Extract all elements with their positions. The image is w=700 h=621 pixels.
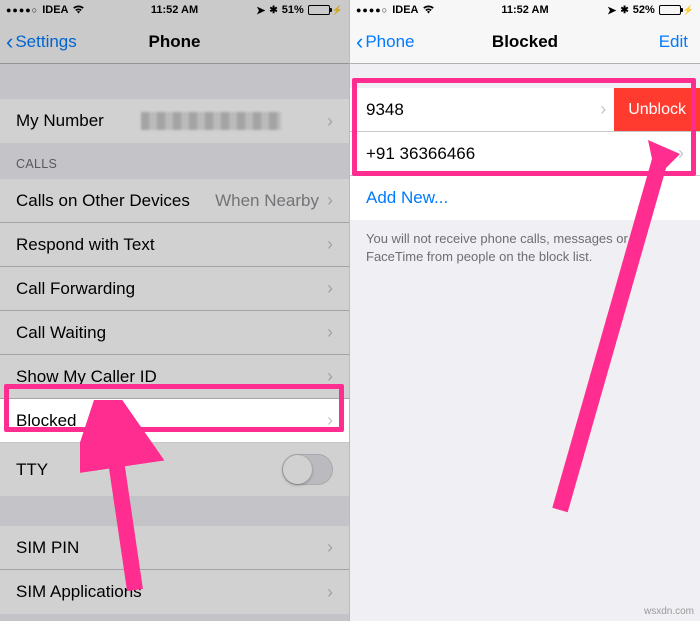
add-new-button[interactable]: Add New... <box>350 176 700 220</box>
nav-title: Phone <box>149 32 201 52</box>
row-call-waiting[interactable]: Call Waiting › <box>0 311 349 355</box>
chevron-right-icon: › <box>327 278 333 299</box>
chevron-right-icon: › <box>678 143 684 164</box>
charging-icon: ⚡ <box>332 5 343 16</box>
blocked-contact-row-2[interactable]: +91 36366466 › <box>350 132 700 176</box>
row-label: Call Forwarding <box>16 279 135 299</box>
chevron-right-icon: › <box>600 99 606 120</box>
signal-dots-icon: ●●●●○ <box>356 5 388 15</box>
chevron-right-icon: › <box>327 410 333 431</box>
row-tty[interactable]: TTY <box>0 443 349 496</box>
status-bar: ●●●●○ IDEA 11:52 AM ➤ ✱ 52% ⚡ <box>350 0 700 20</box>
row-sim-applications[interactable]: SIM Applications › <box>0 570 349 614</box>
back-label: Phone <box>365 32 414 52</box>
nav-title: Blocked <box>492 32 558 52</box>
edit-button[interactable]: Edit <box>659 32 688 52</box>
blocked-footer-note: You will not receive phone calls, messag… <box>350 220 700 275</box>
chevron-right-icon: › <box>327 366 333 387</box>
contact-number: 9348 <box>366 100 404 120</box>
chevron-right-icon: › <box>327 582 333 603</box>
add-new-label: Add New... <box>366 188 448 208</box>
screen-blocked-list: ●●●●○ IDEA 11:52 AM ➤ ✱ 52% ⚡ ‹ Phone <box>350 0 700 621</box>
battery-percent: 51% <box>282 4 304 16</box>
status-time: 11:52 AM <box>501 4 548 16</box>
row-show-caller-id[interactable]: Show My Caller ID › <box>0 355 349 399</box>
chevron-left-icon: ‹ <box>356 31 363 53</box>
row-label: Respond with Text <box>16 235 155 255</box>
chevron-right-icon: › <box>327 111 333 132</box>
contact-number: +91 36366466 <box>366 144 475 164</box>
row-sim-pin[interactable]: SIM PIN › <box>0 526 349 570</box>
signal-dots-icon: ●●●●○ <box>6 5 38 15</box>
row-calls-other-devices[interactable]: Calls on Other Devices When Nearby › <box>0 179 349 223</box>
chevron-right-icon: › <box>327 190 333 211</box>
row-blocked[interactable]: Blocked › <box>0 399 349 443</box>
chevron-right-icon: › <box>327 234 333 255</box>
wifi-icon <box>72 4 85 17</box>
nav-bar: ‹ Phone Blocked Edit <box>350 20 700 64</box>
blocked-contact-row-1[interactable]: 9348 › Unblock <box>350 88 700 132</box>
battery-percent: 52% <box>633 4 655 16</box>
blurred-number <box>141 112 281 130</box>
screen-phone-settings: ●●●●○ IDEA 11:52 AM ➤ ✱ 51% ⚡ ‹ Setting <box>0 0 350 621</box>
row-value: When Nearby <box>215 191 319 211</box>
chevron-right-icon: › <box>327 322 333 343</box>
status-bar: ●●●●○ IDEA 11:52 AM ➤ ✱ 51% ⚡ <box>0 0 349 20</box>
tty-switch[interactable] <box>282 454 333 485</box>
status-time: 11:52 AM <box>151 4 198 16</box>
back-button[interactable]: ‹ Settings <box>6 31 77 53</box>
row-label: SIM PIN <box>16 538 79 558</box>
bluetooth-icon: ✱ <box>269 5 277 16</box>
battery-icon <box>659 5 681 15</box>
row-my-number[interactable]: My Number › <box>0 99 349 143</box>
back-label: Settings <box>15 32 76 52</box>
location-icon: ➤ <box>607 4 616 17</box>
charging-icon: ⚡ <box>683 5 694 16</box>
row-label: Call Waiting <box>16 323 106 343</box>
location-icon: ➤ <box>256 4 265 17</box>
chevron-left-icon: ‹ <box>6 31 13 53</box>
bluetooth-icon: ✱ <box>620 5 628 16</box>
row-label: Show My Caller ID <box>16 367 157 387</box>
row-label: Calls on Other Devices <box>16 191 190 211</box>
watermark: wsxdn.com <box>644 606 694 617</box>
row-label: My Number <box>16 111 104 131</box>
section-header-calls: CALLS <box>0 143 349 179</box>
unblock-button[interactable]: Unblock <box>614 88 700 131</box>
carrier-label: IDEA <box>392 4 418 16</box>
row-respond-with-text[interactable]: Respond with Text › <box>0 223 349 267</box>
back-button[interactable]: ‹ Phone <box>356 31 415 53</box>
row-label: TTY <box>16 460 48 480</box>
wifi-icon <box>422 4 435 17</box>
nav-bar: ‹ Settings Phone <box>0 20 349 64</box>
carrier-label: IDEA <box>42 4 68 16</box>
row-label: SIM Applications <box>16 582 142 602</box>
chevron-right-icon: › <box>327 537 333 558</box>
battery-icon <box>308 5 330 15</box>
row-call-forwarding[interactable]: Call Forwarding › <box>0 267 349 311</box>
row-label: Blocked <box>16 411 76 431</box>
